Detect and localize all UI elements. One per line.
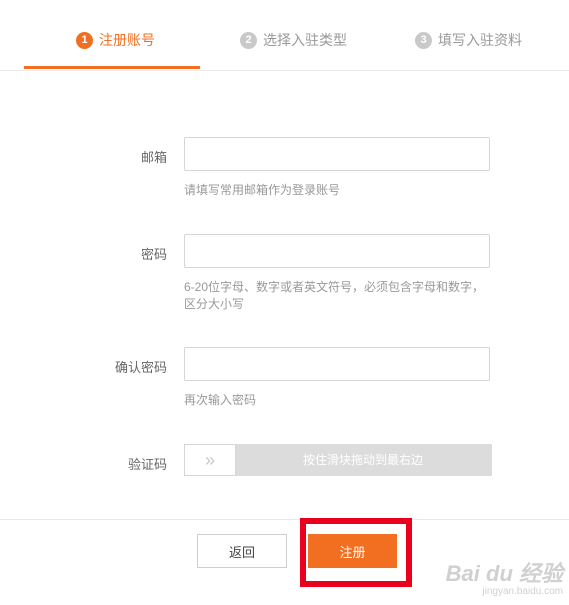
- confirm-password-label: 确认密码: [114, 360, 167, 375]
- step-number: 3: [415, 31, 432, 49]
- password-input[interactable]: [184, 234, 490, 268]
- confirm-password-input[interactable]: [184, 347, 490, 381]
- double-chevron-right-icon: »: [204, 449, 215, 470]
- step-label: 填写入驻资料: [438, 32, 522, 48]
- step-indicator: 1 注册账号 2 选择入驻类型 3 填写入驻资料: [0, 0, 569, 71]
- step-select-type: 2 选择入驻类型: [240, 30, 347, 50]
- email-hint: 请填写常用邮箱作为登录账号: [184, 183, 341, 197]
- slider-instruction: 按住滑块拖动到最右边: [302, 453, 423, 467]
- email-input[interactable]: [184, 137, 490, 171]
- slider-handle[interactable]: »: [184, 444, 236, 476]
- step-fill-info: 3 填写入驻资料: [415, 30, 522, 50]
- email-label: 邮箱: [140, 150, 167, 165]
- register-button[interactable]: 注册: [308, 534, 397, 568]
- footer-divider: [0, 519, 569, 520]
- back-button[interactable]: 返回: [197, 534, 287, 568]
- step-label: 注册账号: [99, 32, 155, 48]
- captcha-slider[interactable]: » 按住滑块拖动到最右边: [184, 444, 492, 476]
- password-label: 密码: [140, 247, 167, 262]
- step-register-account: 1 注册账号: [76, 30, 155, 50]
- step-label: 选择入驻类型: [263, 32, 347, 48]
- step-number: 1: [76, 31, 93, 49]
- captcha-label: 验证码: [127, 457, 167, 472]
- active-step-underline: [24, 66, 200, 69]
- baidu-jingyan-watermark: Bai du 经验 jingyan.baidu.com: [446, 556, 563, 597]
- confirm-password-hint: 再次输入密码: [184, 393, 257, 407]
- password-hint: 6-20位字母、数字或者英文符号，必须包含字母和数字，区分大小写: [184, 280, 485, 311]
- watermark-logo: Bai du 经验: [445, 561, 563, 586]
- step-number: 2: [240, 31, 257, 49]
